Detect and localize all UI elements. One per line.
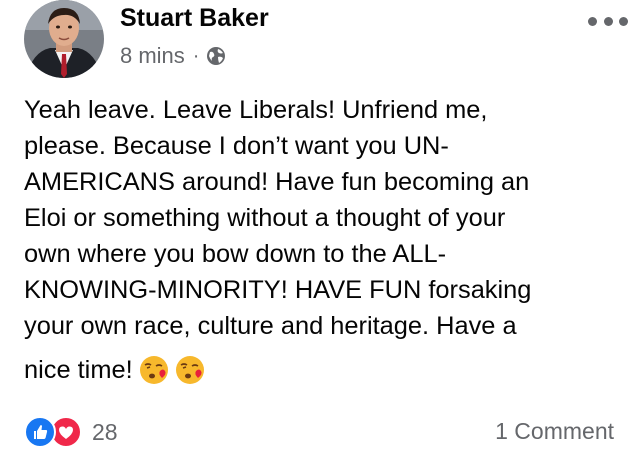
post-body-line: Yeah leave. Leave Liberals! Unfriend me, <box>24 96 488 124</box>
facebook-post: Stuart Baker 8 mins · Yeah leave. Leave … <box>0 0 640 458</box>
meta-separator: · <box>192 44 200 67</box>
kiss-emoji-icon <box>139 355 169 385</box>
more-dot <box>619 16 628 26</box>
post-meta: 8 mins · <box>120 41 226 71</box>
post-time[interactable]: 8 mins <box>120 43 185 69</box>
post-body-line: own where you bow down to the ALL- <box>24 240 447 268</box>
avatar[interactable] <box>24 0 104 78</box>
more-dot <box>588 16 597 26</box>
author-name[interactable]: Stuart Baker <box>120 4 269 33</box>
post-body-line: Eloi or something without a thought of y… <box>24 204 506 232</box>
reaction-count[interactable]: 28 <box>92 419 118 446</box>
more-dot <box>603 16 613 26</box>
post-body-line: KNOWING-MINORITY! HAVE FUN forsaking <box>24 276 532 304</box>
post-body-last-line: nice time! <box>24 350 205 390</box>
globe-icon[interactable] <box>206 46 226 66</box>
more-options-icon[interactable] <box>588 14 628 28</box>
post-body: Yeah leave. Leave Liberals! Unfriend me,… <box>24 92 624 344</box>
post-body-line: AMERICANS around! Have fun becoming an <box>24 168 530 196</box>
post-body-line: please. Because I don’t want you UN- <box>24 132 449 160</box>
comments-count-link[interactable]: 1 Comment <box>495 418 614 445</box>
kiss-emoji-icon <box>175 355 205 385</box>
reactions-summary[interactable]: 28 <box>24 414 118 450</box>
post-body-line: nice time! <box>24 355 133 384</box>
like-icon <box>24 416 56 448</box>
post-body-line: your own race, culture and heritage. Hav… <box>24 312 517 340</box>
